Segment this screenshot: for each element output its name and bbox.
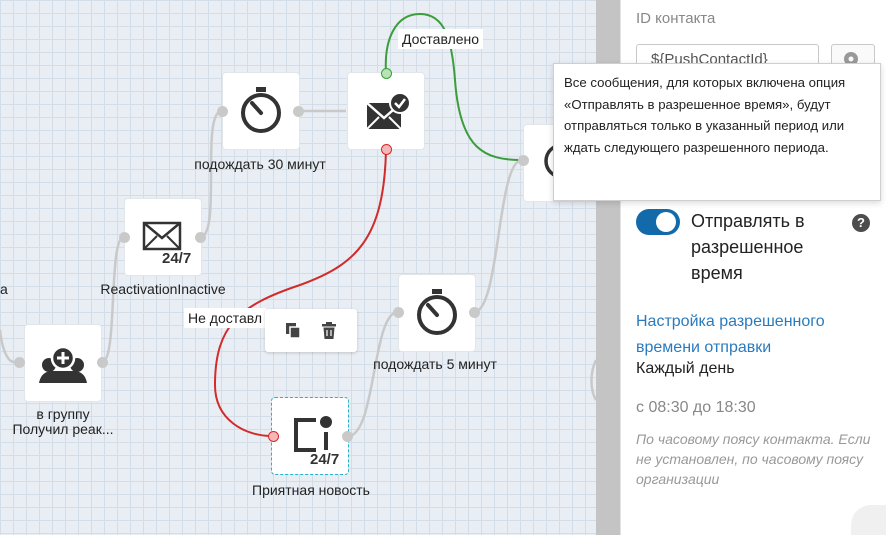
edge-label-not-delivered: Не доставл — [184, 308, 267, 328]
flow-canvas[interactable]: подождать 30 минут 24/7 ReactivationInac… — [0, 0, 596, 535]
schedule-days: Каждый день — [636, 360, 735, 377]
wire-group-to-reactivation — [101, 235, 125, 364]
port-wait30-in[interactable] — [217, 106, 228, 117]
node-group-label-1: в группу — [36, 406, 90, 422]
port-pleasant-in[interactable] — [268, 431, 279, 442]
partial-node-label: а — [0, 281, 8, 297]
timer-icon — [241, 87, 281, 133]
timezone-note: По часовому поясу контакта. Если не уста… — [636, 431, 871, 487]
node-add-to-group[interactable] — [25, 325, 101, 401]
schedule-time-range: с 08:30 до 18:30 — [636, 399, 756, 416]
toggle-label: Отправлять в разрешенное время — [691, 211, 805, 283]
add-group-icon — [39, 345, 87, 383]
port-wait5-out[interactable] — [469, 307, 480, 318]
timer-icon — [417, 289, 457, 335]
port-wait5-in[interactable] — [393, 307, 404, 318]
schedule-badge: 24/7 — [162, 250, 192, 267]
send-in-allowed-time-toggle[interactable] — [636, 209, 680, 235]
node-reactivation[interactable]: 24/7 — [125, 199, 201, 275]
node-reactivation-label: ReactivationInactive — [100, 281, 226, 297]
node-pleasant-news[interactable]: 24/7 — [271, 397, 349, 475]
edge-label-delivered: Доставлено — [398, 29, 484, 49]
schedule-badge: 24/7 — [310, 451, 340, 468]
wire-group-left — [0, 329, 15, 364]
help-icon[interactable]: ? — [852, 214, 870, 232]
port-email-delivered[interactable] — [381, 68, 392, 79]
node-email[interactable] — [348, 73, 424, 149]
trash-icon[interactable] — [318, 320, 340, 342]
node-wait5-label: подождать 5 минут — [373, 356, 497, 372]
port-reactivation-out[interactable] — [195, 232, 206, 243]
node-wait-5[interactable] — [399, 275, 475, 351]
port-pleasant-out[interactable] — [342, 431, 353, 442]
port-partial-in[interactable] — [518, 155, 529, 166]
node-wait-30[interactable] — [223, 73, 299, 149]
node-pleasant-label: Приятная новость — [252, 482, 370, 498]
port-group-in[interactable] — [14, 357, 25, 368]
node-toolbar — [265, 309, 357, 352]
port-wait30-out[interactable] — [293, 106, 304, 117]
port-reactivation-in[interactable] — [119, 232, 130, 243]
copy-icon[interactable] — [283, 320, 305, 342]
allowed-time-settings-link[interactable]: Настройка разрешенного времени отправки — [636, 309, 866, 361]
wire-wait5-to-right — [473, 158, 523, 314]
node-group-label-2: Получил реак... — [12, 421, 114, 437]
wire-reactivation-to-wait30 — [199, 109, 223, 239]
port-email-not-delivered[interactable] — [381, 144, 392, 155]
port-group-out[interactable] — [97, 357, 108, 368]
node-wait30-label: подождать 30 минут — [194, 156, 326, 172]
email-check-icon — [366, 92, 411, 130]
help-tooltip: Все сообщения, для которых включена опци… — [553, 63, 881, 201]
contact-id-title: ID контакта — [636, 10, 716, 27]
toggle-knob — [656, 212, 676, 232]
panel-corner-decoration — [851, 505, 886, 535]
